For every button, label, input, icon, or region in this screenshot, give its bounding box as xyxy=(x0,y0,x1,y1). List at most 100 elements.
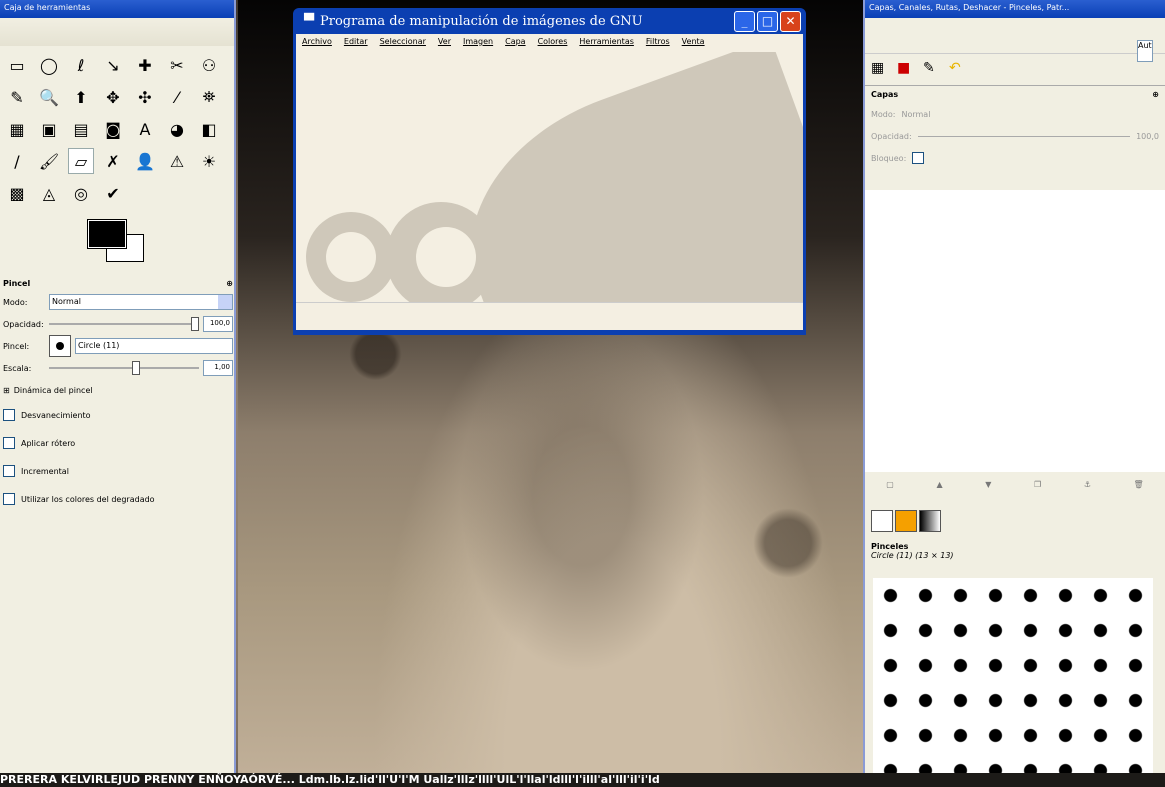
configure-icon[interactable]: ⊕ xyxy=(1152,90,1159,99)
menu-item[interactable]: Colores xyxy=(538,37,568,49)
tool-button-16[interactable]: ▤ xyxy=(68,116,94,142)
brushes-grid[interactable] xyxy=(873,578,1153,778)
tool-button-22[interactable]: 🖌 xyxy=(36,148,62,174)
opacity-slider[interactable] xyxy=(49,317,199,331)
tool-button-31[interactable]: ✔ xyxy=(100,180,126,206)
configure-icon[interactable]: ⊕ xyxy=(226,279,233,288)
tab-paths[interactable]: ✎ xyxy=(923,60,945,80)
brush-preview[interactable] xyxy=(49,335,71,357)
tool-button-30[interactable]: ◎ xyxy=(68,180,94,206)
gimp-main-window: ▀ Programa de manipulación de imágenes d… xyxy=(293,8,806,335)
checkbox[interactable] xyxy=(3,465,15,477)
brush-name-field[interactable]: Circle (11) xyxy=(75,338,233,354)
tab-patterns[interactable] xyxy=(895,510,917,532)
delete-layer-icon[interactable]: 🗑 xyxy=(1133,480,1143,489)
layers-mode-select[interactable]: Normal xyxy=(901,110,930,119)
image-combo[interactable]: Aut xyxy=(1137,40,1153,62)
option-checkbox-row[interactable]: Desvanecimiento xyxy=(3,401,233,429)
tool-button-5[interactable]: ✂ xyxy=(164,52,190,78)
tool-button-9[interactable]: ⬆ xyxy=(68,84,94,110)
expand-icon[interactable]: ⊞ xyxy=(3,386,10,395)
menu-item[interactable]: Ver xyxy=(438,37,451,49)
tool-button-10[interactable]: ✥ xyxy=(100,84,126,110)
layers-mode-row: Modo: Normal xyxy=(865,103,1165,125)
tool-button-7[interactable]: ✎ xyxy=(4,84,30,110)
checkbox[interactable] xyxy=(3,437,15,449)
empty-canvas[interactable] xyxy=(296,52,803,302)
tool-button-18[interactable]: A xyxy=(132,116,158,142)
maximize-icon[interactable]: □ xyxy=(757,10,778,32)
menu-item[interactable]: Editar xyxy=(344,37,368,49)
color-selector[interactable] xyxy=(87,219,148,266)
layers-opacity-row: Opacidad: 100,0 xyxy=(865,125,1165,147)
layers-opacity-spin[interactable]: 100,0 xyxy=(1136,132,1159,141)
tool-button-25[interactable]: 👤 xyxy=(132,148,158,174)
option-checkbox-row[interactable]: Utilizar los colores del degradado xyxy=(3,485,233,513)
brush-row: Pincel: Circle (11) xyxy=(3,335,233,357)
menu-item[interactable]: Herramientas xyxy=(579,37,634,49)
pupil-left xyxy=(326,232,376,282)
lower-layer-icon[interactable]: ▼ xyxy=(985,480,991,489)
menu-item[interactable]: Filtros xyxy=(646,37,670,49)
tool-button-2[interactable]: ℓ xyxy=(68,52,94,78)
tool-button-14[interactable]: ▦ xyxy=(4,116,30,142)
scale-knob[interactable] xyxy=(131,361,140,375)
lock-checkbox[interactable] xyxy=(912,152,925,164)
tab-undo[interactable]: ↶ xyxy=(949,60,971,80)
scale-slider[interactable] xyxy=(49,361,199,375)
tool-button-27[interactable]: ☀ xyxy=(196,148,222,174)
menu-item[interactable]: Venta xyxy=(682,37,705,49)
tab-gradients[interactable] xyxy=(919,510,941,532)
tool-button-26[interactable]: ⚠ xyxy=(164,148,190,174)
option-checkbox-row[interactable]: Aplicar rótero xyxy=(3,429,233,457)
tool-button-29[interactable]: ◬ xyxy=(36,180,62,206)
tool-button-11[interactable]: ✣ xyxy=(132,84,158,110)
tool-button-28[interactable]: ▩ xyxy=(4,180,30,206)
tool-button-6[interactable]: ⚇ xyxy=(196,52,222,78)
minimize-icon[interactable]: _ xyxy=(734,10,755,32)
tool-button-23[interactable]: ▱ xyxy=(68,148,94,174)
dynamics-row[interactable]: ⊞ Dinámica del pincel xyxy=(3,379,233,401)
menu-item[interactable]: Imagen xyxy=(463,37,493,49)
opacity-spin[interactable]: 100,0 xyxy=(203,316,233,332)
tab-brushes[interactable] xyxy=(871,510,893,532)
tool-button-8[interactable]: 🔍 xyxy=(36,84,62,110)
tool-button-17[interactable]: ◙ xyxy=(100,116,126,142)
option-checkbox-row[interactable]: Incremental xyxy=(3,457,233,485)
menu-item[interactable]: Archivo xyxy=(302,37,332,49)
new-layer-icon[interactable]: ▢ xyxy=(886,480,894,489)
checkbox[interactable] xyxy=(3,409,15,421)
tool-button-1[interactable]: ◯ xyxy=(36,52,62,78)
tool-button-4[interactable]: ✚ xyxy=(132,52,158,78)
tool-button-0[interactable]: ▭ xyxy=(4,52,30,78)
mode-select[interactable]: Normal xyxy=(49,294,233,310)
tool-button-21[interactable]: / xyxy=(4,148,30,174)
tool-button-15[interactable]: ▣ xyxy=(36,116,62,142)
tab-layers[interactable]: ▦ xyxy=(871,60,893,80)
tool-button-3[interactable]: ↘ xyxy=(100,52,126,78)
menu-item[interactable]: Seleccionar xyxy=(380,37,426,49)
duplicate-layer-icon[interactable]: ❐ xyxy=(1034,480,1041,489)
options-checkboxes: Desvanecimiento Aplicar rótero Incremental… xyxy=(3,401,233,513)
opacity-knob[interactable] xyxy=(191,317,199,331)
tool-button-20[interactable]: ◧ xyxy=(196,116,222,142)
anchor-layer-icon[interactable]: ⚓ xyxy=(1084,480,1091,489)
foreground-color[interactable] xyxy=(87,219,127,249)
close-icon[interactable]: ✕ xyxy=(780,10,801,32)
tool-button-12[interactable]: ⁄ xyxy=(164,84,190,110)
checkbox[interactable] xyxy=(3,493,15,505)
layers-opacity-slider[interactable] xyxy=(917,135,1131,137)
menu-item[interactable]: Capa xyxy=(505,37,525,49)
tab-channels[interactable]: ■ xyxy=(897,60,919,80)
brush-tabs xyxy=(871,510,941,532)
tool-button-24[interactable]: ✗ xyxy=(100,148,126,174)
scale-row: Escala: 1,00 xyxy=(3,357,233,379)
scale-spin[interactable]: 1,00 xyxy=(203,360,233,376)
chevron-down-icon[interactable] xyxy=(218,295,232,309)
tool-button-13[interactable]: ⛯ xyxy=(196,84,222,110)
wilber-header xyxy=(0,18,234,46)
layers-list[interactable] xyxy=(865,190,1165,472)
raise-layer-icon[interactable]: ▲ xyxy=(936,480,942,489)
window-titlebar[interactable]: ▀ Programa de manipulación de imágenes d… xyxy=(296,8,803,34)
tool-button-19[interactable]: ◕ xyxy=(164,116,190,142)
